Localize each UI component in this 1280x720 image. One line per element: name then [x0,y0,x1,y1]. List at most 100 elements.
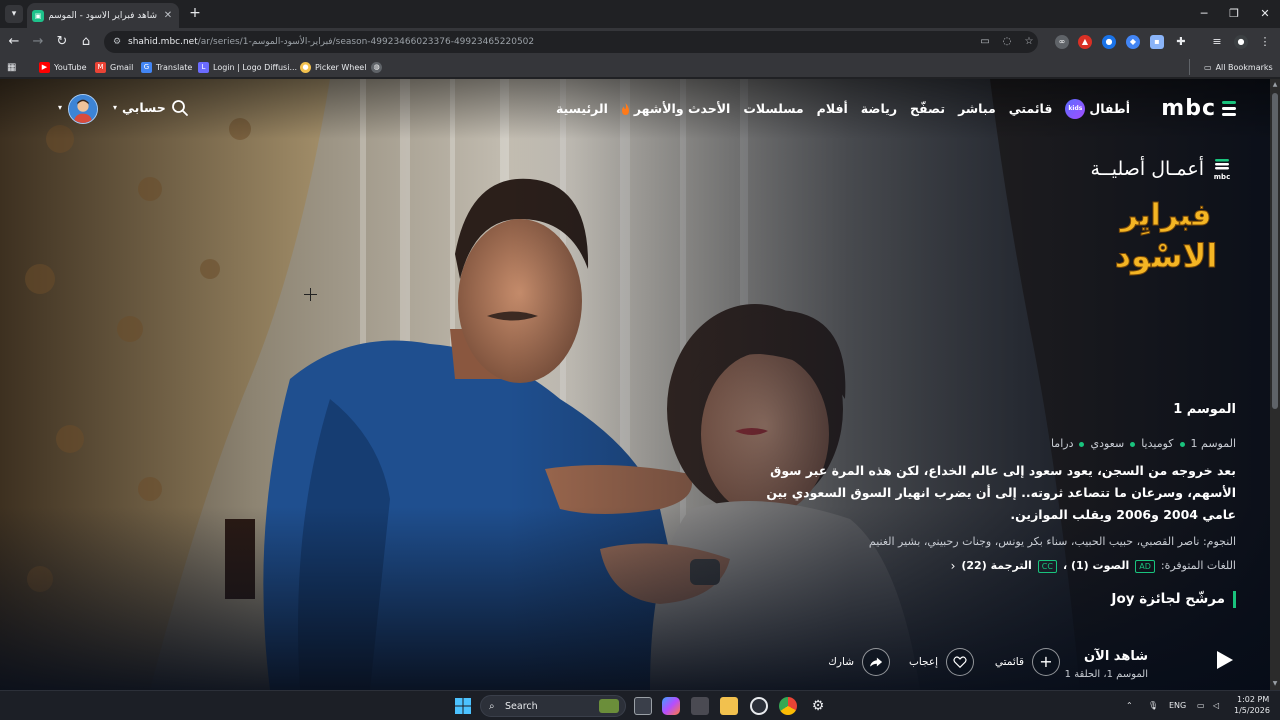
nav-series[interactable]: مسلسلات [743,100,803,118]
languages-label: اللغات المتوفرة: [1160,559,1236,572]
apps-grid-icon[interactable]: ▦ [7,59,16,75]
add-to-list-icon[interactable]: + [1032,648,1060,676]
extension-circle-icon[interactable]: ● [1102,35,1116,49]
bookmark-login-logo[interactable]: L Login | Logo Diffusi... [198,59,297,75]
watch-now-button[interactable]: شاهد الآن [1084,648,1148,666]
clock-time[interactable]: 1:02 PM [1237,695,1269,705]
nav-trending[interactable]: الأحدث والأشهر [621,100,730,118]
file-explorer-icon[interactable] [720,697,738,715]
network-icon[interactable]: ▭ [1197,701,1205,711]
app-icon[interactable] [750,697,768,715]
audio-count: الصوت (1) ، [1062,559,1130,572]
windows-start-icon[interactable] [454,697,472,715]
language-indicator[interactable]: ENG [1169,701,1186,711]
tab-title: شاهد فبراير الأسود - الموسم 1 | C [49,10,157,21]
nav-kids-label: أطفال [1089,101,1130,116]
site-info-icon[interactable]: ⚙ [110,35,124,49]
account-menu-label[interactable]: حسابي [122,99,166,117]
scrollbar-thumb[interactable] [1272,93,1278,409]
originals-label: أعمـال أصليــة [1090,158,1204,180]
window-maximize-button[interactable]: ❐ [1219,4,1249,24]
taskbar-search-label: Search [505,701,538,712]
chrome-icon[interactable] [779,697,797,715]
meta-genre-comedy[interactable]: كوميديا [1141,435,1173,453]
site-header: mbc الرئيسية الأحدث والأشهر مسلسلات أفلا… [0,79,1270,139]
settings-gear-icon[interactable]: ⚙ [809,697,827,715]
window-minimize-button[interactable]: ─ [1189,4,1219,24]
meta-genre-drama[interactable]: دراما [1051,435,1074,453]
bookmark-label: Picker Wheel [315,62,367,72]
page-scrollbar[interactable]: ▲ ▼ [1270,79,1280,690]
nav-my-list[interactable]: قائمتي [1009,100,1053,118]
languages-chevron-icon[interactable]: ‹ [951,557,956,575]
extension-fire-icon[interactable]: ▲ [1078,35,1092,49]
tray-chevron-up-icon[interactable]: ⌃ [1126,701,1133,711]
nav-browse[interactable]: تصفّح [910,100,945,118]
extension-glasses-icon[interactable]: ∞ [1055,35,1069,49]
share-icon[interactable] [862,648,890,676]
back-arrow-icon[interactable]: ← [5,33,23,51]
kids-badge-icon: kids [1065,99,1086,119]
address-bar[interactable]: ⚙ shahid.mbc.net/ar/series/1-فبراير-الأس… [104,31,1038,53]
globe-icon: ◍ [371,61,382,73]
search-icon[interactable] [171,99,189,117]
extension-square-icon[interactable]: ▪ [1150,35,1164,49]
fire-icon [621,103,629,115]
clock-date[interactable]: 1/5/2026 [1234,706,1270,716]
new-tab-button[interactable]: + [187,5,203,21]
nav-live[interactable]: مباشر [958,100,996,118]
gmail-icon: M [95,61,106,73]
nav-home[interactable]: الرئيسية [556,100,608,118]
reading-list-icon[interactable]: ≡ [1210,35,1224,49]
taskbar-search[interactable]: ⌕ Search [480,695,626,717]
meta-country[interactable]: سعودي [1090,435,1124,453]
bookmarks-bar: ▦ ▶ YouTube M Gmail G Translate L Login … [0,56,1280,78]
scroll-up-arrow-icon[interactable]: ▲ [1270,80,1280,90]
like-label[interactable]: إعجاب [909,655,938,669]
bookmark-globe[interactable]: ◍ [371,59,386,75]
bookmark-gmail[interactable]: M Gmail [95,59,133,75]
tab-close-icon[interactable]: ✕ [162,10,174,22]
microphone-icon[interactable]: 🎙 [1148,701,1158,711]
bookmark-star-icon[interactable]: ☆ [1022,35,1036,49]
scroll-down-arrow-icon[interactable]: ▼ [1270,679,1280,689]
picker-wheel-icon: ● [300,61,311,73]
task-view-icon[interactable] [634,697,652,715]
award-accent-bar [1233,590,1236,608]
volume-icon[interactable]: ◁ [1213,701,1219,711]
bookmark-translate[interactable]: G Translate [141,59,192,75]
cast-icon[interactable]: ▭ [978,35,992,49]
bookmark-picker-wheel[interactable]: ● Picker Wheel [300,59,366,75]
avatar-chevron-down-icon[interactable]: ▾ [58,103,62,113]
translate-icon: G [141,61,152,73]
nav-movies[interactable]: أفلام [817,100,848,118]
forward-arrow-icon[interactable]: → [29,33,47,51]
url-text: shahid.mbc.net/ar/series/1-فبراير-الأسود… [128,37,535,47]
mbc-logo-mark-icon [1222,101,1236,116]
bookmark-youtube[interactable]: ▶ YouTube [39,59,87,75]
all-bookmarks-button[interactable]: ▭ All Bookmarks [1189,59,1273,75]
account-chevron-down-icon[interactable]: ▾ [113,103,117,113]
tab-search-button[interactable]: ▾ [5,5,23,23]
my-list-label[interactable]: قائمتي [995,655,1024,669]
browser-toolbar: ← → ↻ ⌂ ⚙ shahid.mbc.net/ar/series/1-فبر… [0,28,1280,56]
extensions-puzzle-icon[interactable]: ✚ [1174,35,1188,49]
reload-icon[interactable]: ↻ [53,33,71,51]
show-logo-line2: الاسْود [1115,237,1218,275]
store-icon[interactable] [691,697,709,715]
avatar[interactable] [68,94,98,124]
share-label[interactable]: شارك [828,655,854,669]
home-icon[interactable]: ⌂ [77,33,95,51]
heart-icon[interactable] [946,648,974,676]
nav-sports[interactable]: رياضة [861,100,897,118]
browser-tab-active[interactable]: ▣ شاهد فبراير الأسود - الموسم 1 | C ✕ [27,3,179,28]
extension-blue-icon[interactable]: ◆ [1126,35,1140,49]
chrome-menu-icon[interactable]: ⋮ [1258,35,1272,49]
mbc-logo[interactable]: mbc [1161,97,1216,121]
nav-kids[interactable]: أطفال kids [1065,99,1130,119]
copilot-icon[interactable] [662,697,680,715]
eye-off-icon[interactable]: ◌ [1000,35,1014,49]
profile-avatar-icon[interactable]: ● [1234,35,1248,49]
play-icon[interactable] [1212,648,1236,672]
window-close-button[interactable]: ✕ [1250,4,1280,24]
